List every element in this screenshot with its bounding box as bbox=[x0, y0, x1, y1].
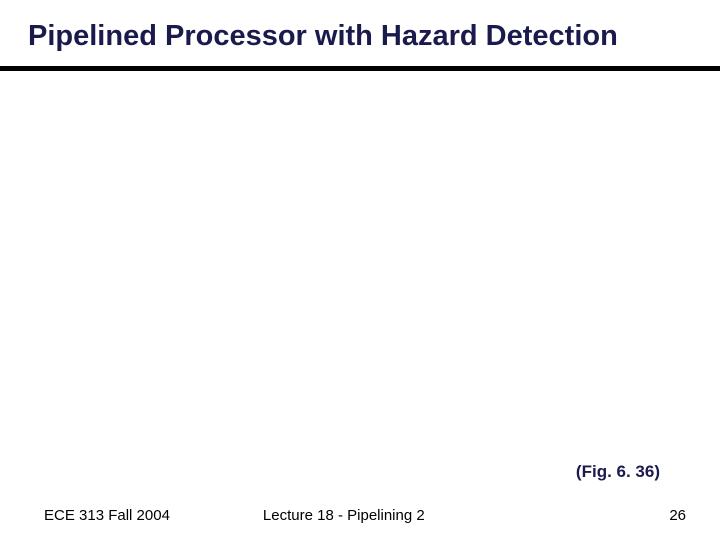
title-rule bbox=[0, 66, 720, 71]
slide: Pipelined Processor with Hazard Detectio… bbox=[0, 0, 720, 540]
slide-footer: ECE 313 Fall 2004 Lecture 18 - Pipelinin… bbox=[0, 507, 720, 524]
slide-title: Pipelined Processor with Hazard Detectio… bbox=[0, 0, 720, 54]
footer-left: ECE 313 Fall 2004 bbox=[44, 507, 170, 524]
figure-reference: (Fig. 6. 36) bbox=[576, 462, 660, 482]
footer-center: Lecture 18 - Pipelining 2 bbox=[263, 507, 425, 524]
footer-page-number: 26 bbox=[669, 507, 686, 524]
